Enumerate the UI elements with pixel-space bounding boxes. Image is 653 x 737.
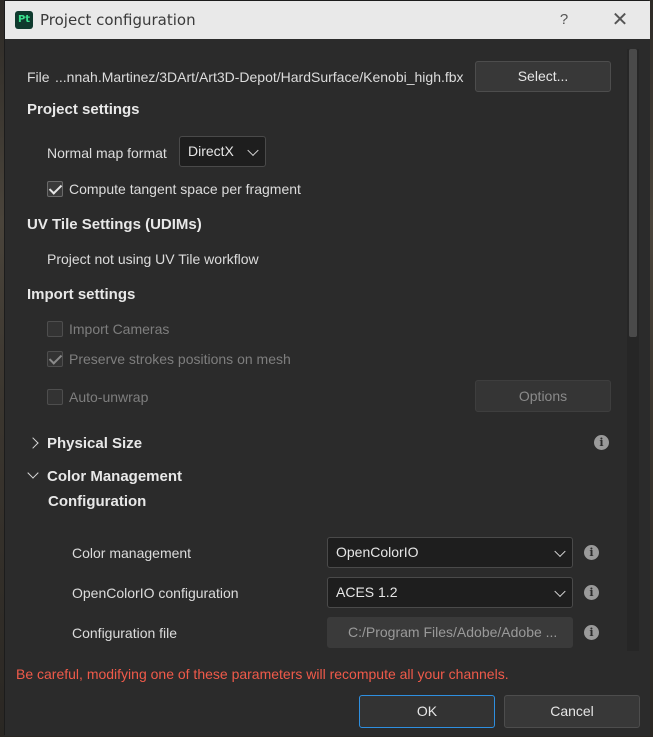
uv-tile-heading: UV Tile Settings (UDIMs) [27, 216, 202, 233]
configuration-file-value: C:/Program Files/Adobe/Adobe ... [348, 624, 558, 640]
file-label: File [27, 69, 50, 85]
physical-size-heading[interactable]: Physical Size [47, 435, 142, 452]
import-cameras-checkbox[interactable] [47, 321, 63, 337]
tangent-space-label: Compute tangent space per fragment [69, 181, 301, 197]
tangent-space-checkbox[interactable] [47, 181, 63, 197]
window-title: Project configuration [40, 11, 196, 29]
dialog-content: File ...nnah.Martinez/3DArt/Art3D-Depot/… [5, 39, 650, 736]
chevron-right-icon[interactable] [27, 437, 39, 449]
ok-button[interactable]: OK [359, 695, 495, 728]
cancel-button[interactable]: Cancel [504, 695, 640, 728]
ocio-configuration-label: OpenColorIO configuration [72, 585, 239, 601]
normal-map-format-select[interactable]: DirectX [179, 136, 266, 167]
chevron-down-icon [554, 585, 566, 597]
configuration-subheading: Configuration [48, 493, 147, 510]
preserve-strokes-label: Preserve strokes positions on mesh [69, 351, 291, 367]
chevron-down-icon[interactable] [27, 467, 39, 479]
auto-unwrap-label: Auto-unwrap [69, 389, 149, 405]
normal-map-format-value: DirectX [188, 143, 234, 159]
ocio-configuration-select[interactable]: ACES 1.2 [327, 577, 573, 608]
project-configuration-dialog: Pt Project configuration ? ✕ File ...nna… [4, 0, 650, 736]
import-settings-heading: Import settings [27, 286, 136, 303]
help-button[interactable]: ? [550, 7, 578, 33]
normal-map-format-label: Normal map format [47, 145, 167, 161]
title-bar[interactable]: Pt Project configuration ? ✕ [5, 1, 650, 39]
options-button[interactable]: Options [475, 380, 611, 412]
uv-tile-status: Project not using UV Tile workflow [47, 251, 259, 267]
import-cameras-label: Import Cameras [69, 321, 170, 337]
project-settings-heading: Project settings [27, 101, 140, 118]
color-management-label: Color management [72, 545, 192, 561]
configuration-file-label: Configuration file [72, 625, 178, 641]
color-management-select[interactable]: OpenColorIO [327, 537, 573, 568]
color-management-info-icon[interactable]: i [584, 545, 599, 560]
physical-size-info-icon[interactable]: i [594, 435, 609, 450]
file-path: ...nnah.Martinez/3DArt/Art3D-Depot/HardS… [55, 69, 464, 85]
painter-app-icon: Pt [15, 11, 33, 29]
color-management-heading[interactable]: Color Management [47, 468, 182, 485]
ocio-configuration-info-icon[interactable]: i [584, 585, 599, 600]
warning-message: Be careful, modifying one of these param… [16, 666, 509, 682]
chevron-down-icon [554, 545, 566, 557]
scrollbar-thumb[interactable] [629, 49, 637, 337]
auto-unwrap-checkbox[interactable] [47, 389, 63, 405]
chevron-down-icon [247, 144, 259, 156]
configuration-file-field[interactable]: C:/Program Files/Adobe/Adobe ... [327, 617, 573, 648]
ocio-configuration-value: ACES 1.2 [336, 584, 398, 600]
configuration-file-info-icon[interactable]: i [584, 625, 599, 640]
select-file-button[interactable]: Select... [475, 61, 611, 92]
close-button[interactable]: ✕ [605, 7, 635, 33]
color-management-value: OpenColorIO [336, 544, 419, 560]
preserve-strokes-checkbox[interactable] [47, 351, 63, 367]
